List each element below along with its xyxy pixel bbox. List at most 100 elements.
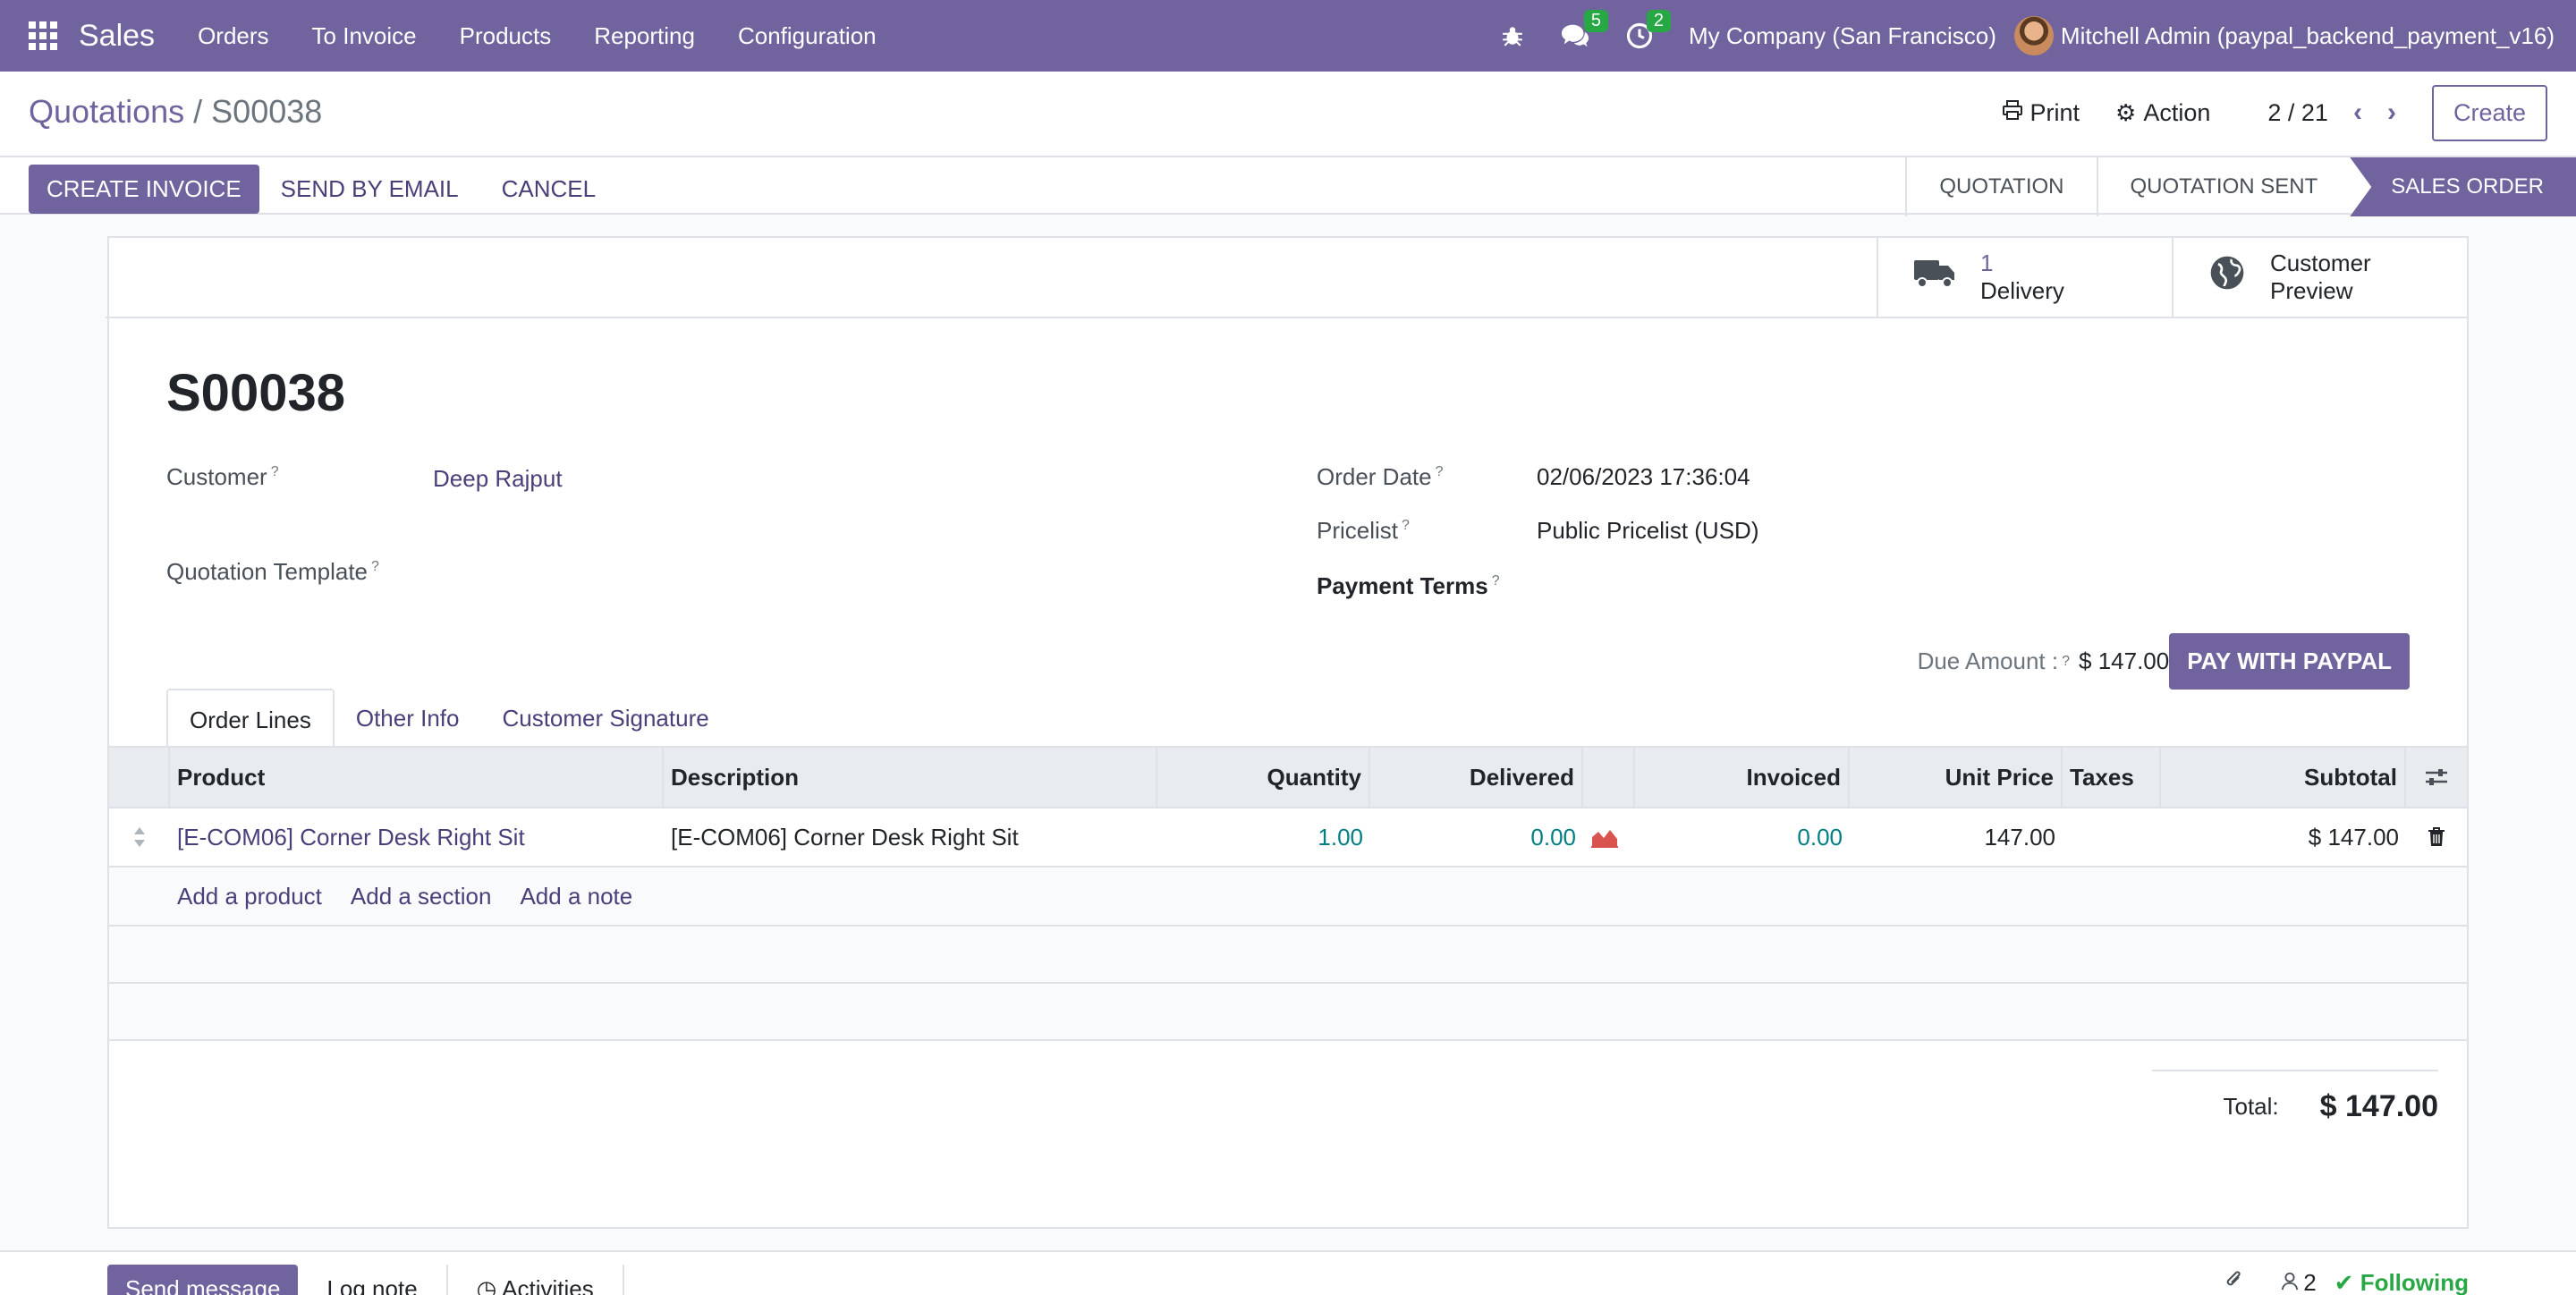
pricelist-help-icon[interactable]: ? xyxy=(1402,518,1410,533)
form-sheet: 1 Delivery Customer Preview S00038 Custo… xyxy=(106,236,2469,1229)
app-grid-icon[interactable] xyxy=(29,21,57,50)
create-button[interactable]: Create xyxy=(2431,84,2547,141)
truck-icon xyxy=(1914,257,1955,298)
due-amount-help-icon[interactable]: ? xyxy=(2062,654,2070,670)
avatar xyxy=(2013,16,2054,55)
control-actions: Print ⚙ Action 2 / 21 ‹ › Create xyxy=(1966,84,2547,141)
pager-value[interactable]: 2 / 21 xyxy=(2267,99,2328,127)
line-taxes[interactable] xyxy=(2063,808,2161,866)
customer-preview-smart-button[interactable]: Customer Preview xyxy=(2172,238,2467,317)
forecast-chart-icon[interactable] xyxy=(1583,808,1635,866)
send-message-button[interactable]: Send message xyxy=(107,1265,299,1295)
add-note-link[interactable]: Add a note xyxy=(520,883,632,910)
column-invoiced[interactable]: Invoiced xyxy=(1635,748,1850,807)
user-menu[interactable]: Mitchell Admin (paypal_backend_payment_v… xyxy=(2013,16,2576,55)
app-brand[interactable]: Sales xyxy=(79,19,155,54)
delivery-label: Delivery xyxy=(1980,277,2064,304)
tab-order-lines[interactable]: Order Lines xyxy=(166,689,335,748)
action-button[interactable]: ⚙ Action xyxy=(2115,99,2210,127)
activities-icon[interactable]: 2 xyxy=(1608,10,1672,49)
table-row[interactable]: [E-COM06] Corner Desk Right Sit [E-COM06… xyxy=(109,808,2467,868)
log-note-button[interactable]: Log note xyxy=(298,1265,448,1295)
menu-products[interactable]: Products xyxy=(438,22,573,50)
cancel-button[interactable]: Cancel xyxy=(480,165,617,214)
following-button[interactable]: ✔ Following xyxy=(2334,1269,2469,1295)
stage-quotation[interactable]: Quotation xyxy=(1905,157,2096,216)
add-line-row: Add a product Add a section Add a note xyxy=(109,868,2467,927)
pricelist-value[interactable]: Public Pricelist (USD) xyxy=(1537,517,1759,545)
delivery-count: 1 xyxy=(1980,250,1994,276)
menu-configuration[interactable]: Configuration xyxy=(716,22,898,50)
customer-preview-line2: Preview xyxy=(2270,277,2353,304)
pager-next-icon[interactable]: › xyxy=(2387,97,2396,128)
customer-preview-line1: Customer xyxy=(2270,250,2371,276)
line-invoiced[interactable]: 0.00 xyxy=(1635,808,1850,866)
gear-icon: ⚙ xyxy=(2115,98,2137,126)
header-buttons: Create Invoice Send by Email Cancel xyxy=(29,165,617,214)
clock-icon: ◷ xyxy=(476,1275,503,1295)
order-reference: S00038 xyxy=(166,364,345,422)
row-drag-handle-icon[interactable] xyxy=(109,808,170,866)
pay-with-paypal-button[interactable]: Pay with Paypal xyxy=(2169,633,2410,690)
column-taxes[interactable]: Taxes xyxy=(2063,748,2161,807)
print-button[interactable]: Print xyxy=(2002,99,2080,127)
column-unit-price[interactable]: Unit Price xyxy=(1850,748,2063,807)
breadcrumb-quotations[interactable]: Quotations xyxy=(29,93,184,130)
menu-reporting[interactable]: Reporting xyxy=(572,22,716,50)
send-by-email-button[interactable]: Send by Email xyxy=(259,165,480,214)
activities-badge: 2 xyxy=(1646,10,1672,32)
column-description[interactable]: Description xyxy=(664,748,1157,807)
tab-customer-signature[interactable]: Customer Signature xyxy=(480,689,730,748)
line-delivered[interactable]: 0.00 xyxy=(1370,808,1583,866)
status-stages: Quotation Quotation Sent Sales Order xyxy=(1905,157,2576,216)
debug-icon[interactable] xyxy=(1483,24,1542,47)
template-help-icon[interactable]: ? xyxy=(371,559,379,574)
column-delivered[interactable]: Delivered xyxy=(1370,748,1583,807)
messages-icon[interactable]: 5 xyxy=(1542,10,1609,49)
followers-icon[interactable] xyxy=(2280,1269,2300,1295)
tab-other-info[interactable]: Other Info xyxy=(335,689,481,748)
optional-columns-icon[interactable] xyxy=(2406,748,2467,807)
due-amount-area: Due Amount : ? $ 147.00 Pay with Paypal xyxy=(1918,633,2410,690)
delete-line-icon[interactable] xyxy=(2406,808,2467,866)
total-label: Total: xyxy=(2223,1093,2279,1120)
menu-orders[interactable]: Orders xyxy=(176,22,290,50)
empty-row xyxy=(109,927,2467,984)
customer-field-label: Customer? xyxy=(166,463,279,491)
order-date-value[interactable]: 02/06/2023 17:36:04 xyxy=(1537,463,1750,491)
menu-to-invoice[interactable]: To Invoice xyxy=(291,22,438,50)
due-amount-label: Due Amount : xyxy=(1917,648,2059,674)
line-unit-price[interactable]: 147.00 xyxy=(1850,808,2063,866)
payment-terms-help-icon[interactable]: ? xyxy=(1492,573,1500,588)
column-subtotal[interactable]: Subtotal xyxy=(2161,748,2406,807)
pager-previous-icon[interactable]: ‹ xyxy=(2353,97,2362,128)
column-quantity[interactable]: Quantity xyxy=(1157,748,1370,807)
due-amount-value: $ 147.00 xyxy=(2079,648,2170,674)
add-product-link[interactable]: Add a product xyxy=(177,883,322,910)
customer-help-icon[interactable]: ? xyxy=(271,464,279,479)
column-product[interactable]: Product xyxy=(170,748,664,807)
order-date-help-icon[interactable]: ? xyxy=(1436,464,1444,479)
breadcrumb-separator: / xyxy=(193,93,203,130)
company-switcher[interactable]: My Company (San Francisco) xyxy=(1671,22,2014,50)
column-forecast xyxy=(1583,748,1635,807)
stage-quotation-sent[interactable]: Quotation Sent xyxy=(2096,157,2351,216)
order-date-field-label: Order Date? xyxy=(1317,463,1444,491)
line-product[interactable]: [E-COM06] Corner Desk Right Sit xyxy=(170,808,664,866)
delivery-smart-button[interactable]: 1 Delivery xyxy=(1877,238,2172,317)
table-header: Product Description Quantity Delivered I… xyxy=(109,746,2467,808)
followers-count: 2 xyxy=(2303,1269,2317,1295)
create-invoice-button[interactable]: Create Invoice xyxy=(29,165,259,214)
handle-column xyxy=(109,748,170,807)
order-totals: Total: $ 147.00 xyxy=(2152,1070,2438,1124)
stage-sales-order[interactable]: Sales Order xyxy=(2350,157,2576,216)
customer-value[interactable]: Deep Rajput xyxy=(433,465,563,493)
paperclip-icon[interactable] xyxy=(2223,1268,2244,1295)
user-name: Mitchell Admin (paypal_backend_payment_v… xyxy=(2060,21,2555,49)
line-description[interactable]: [E-COM06] Corner Desk Right Sit xyxy=(664,808,1157,866)
activities-button[interactable]: ◷ Activities xyxy=(448,1265,624,1295)
line-quantity[interactable]: 1.00 xyxy=(1157,808,1370,866)
pricelist-label: Pricelist xyxy=(1317,517,1399,544)
add-section-link[interactable]: Add a section xyxy=(351,883,492,910)
globe-icon xyxy=(2209,255,2245,300)
